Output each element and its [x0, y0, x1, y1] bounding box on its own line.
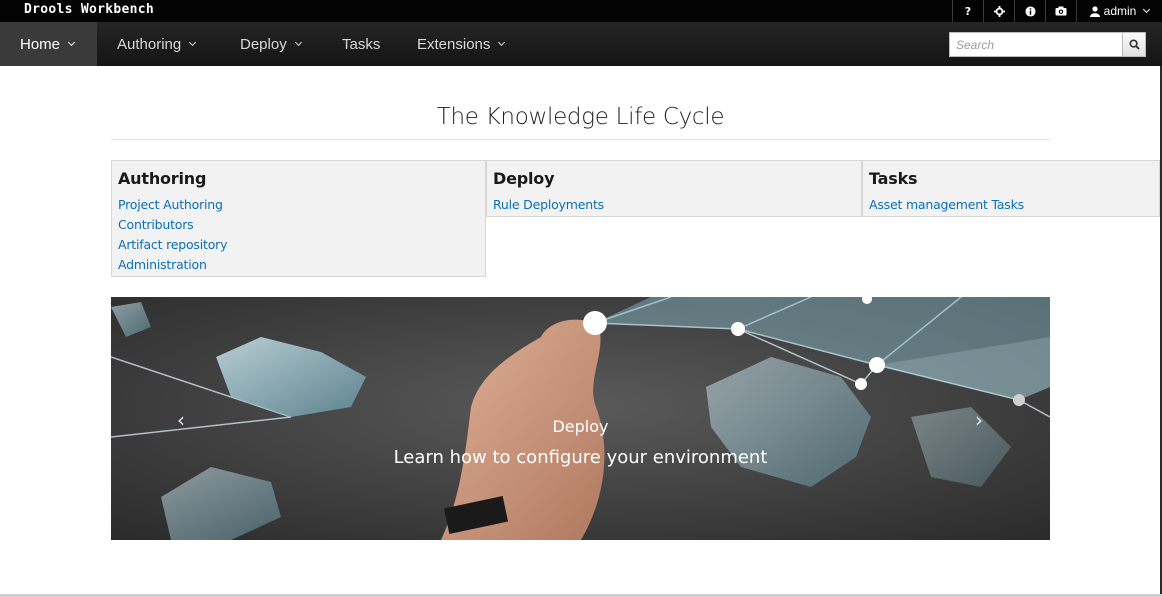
- nav-authoring[interactable]: Authoring: [117, 22, 197, 66]
- link-artifact-repository[interactable]: Artifact repository: [118, 235, 479, 255]
- nav-tasks-label: Tasks: [342, 35, 381, 53]
- chevron-down-icon: [498, 38, 506, 46]
- title-divider: [111, 139, 1050, 140]
- utility-icons: ? admin: [952, 0, 1162, 22]
- gear-icon-glyph: [993, 5, 1005, 17]
- link-rule-deployments[interactable]: Rule Deployments: [493, 195, 855, 215]
- panel-title: Deploy: [493, 169, 555, 188]
- nav-deploy[interactable]: Deploy: [240, 22, 302, 66]
- panel-authoring: Authoring Project Authoring Contributors…: [111, 160, 486, 277]
- chevron-down-icon: [294, 38, 302, 46]
- nav-home-label: Home: [20, 35, 61, 53]
- nav-authoring-label: Authoring: [117, 35, 182, 53]
- nav-extensions-label: Extensions: [417, 35, 491, 53]
- info-icon[interactable]: [1014, 0, 1045, 22]
- panel-tasks: Tasks Asset management Tasks: [862, 160, 1160, 217]
- user-icon: [1089, 5, 1100, 17]
- camera-icon-glyph: [1055, 6, 1067, 16]
- main-navbar: Home Authoring Deploy Tasks Extensions: [0, 22, 1162, 66]
- carousel-caption-text: Learn how to configure your environment: [393, 447, 768, 468]
- search-button[interactable]: [1122, 32, 1146, 57]
- gear-icon[interactable]: [983, 0, 1014, 22]
- link-project-authoring[interactable]: Project Authoring: [118, 195, 479, 215]
- chevron-down-icon: [189, 38, 197, 46]
- panel-title: Tasks: [869, 169, 918, 188]
- nav-extensions[interactable]: Extensions: [417, 22, 506, 66]
- camera-icon[interactable]: [1045, 0, 1076, 22]
- search-icon: [1128, 39, 1140, 50]
- nav-tasks[interactable]: Tasks: [342, 22, 380, 66]
- help-icon[interactable]: ?: [952, 0, 983, 22]
- info-icon-glyph: [1024, 5, 1036, 17]
- link-asset-management-tasks[interactable]: Asset management Tasks: [869, 195, 1153, 215]
- user-name: admin: [1103, 4, 1137, 18]
- panel-title: Authoring: [118, 169, 207, 188]
- app-brand: Drools Workbench: [24, 2, 155, 17]
- chevron-down-icon: [67, 38, 76, 46]
- user-menu[interactable]: admin: [1076, 0, 1162, 22]
- nav-deploy-label: Deploy: [240, 35, 287, 53]
- panel-deploy: Deploy Rule Deployments: [486, 160, 862, 217]
- page-title: The Knowledge Life Cycle: [436, 104, 725, 130]
- search-box: [949, 32, 1146, 57]
- search-input[interactable]: [949, 32, 1122, 57]
- help-icon-glyph: ?: [964, 4, 972, 18]
- top-utility-bar: Drools Workbench ? admin: [0, 0, 1162, 22]
- nav-home[interactable]: Home: [0, 22, 97, 66]
- link-administration[interactable]: Administration: [118, 255, 479, 275]
- carousel-caption-title: Deploy: [552, 417, 609, 436]
- chevron-down-icon: [1143, 5, 1151, 13]
- link-contributors[interactable]: Contributors: [118, 215, 479, 235]
